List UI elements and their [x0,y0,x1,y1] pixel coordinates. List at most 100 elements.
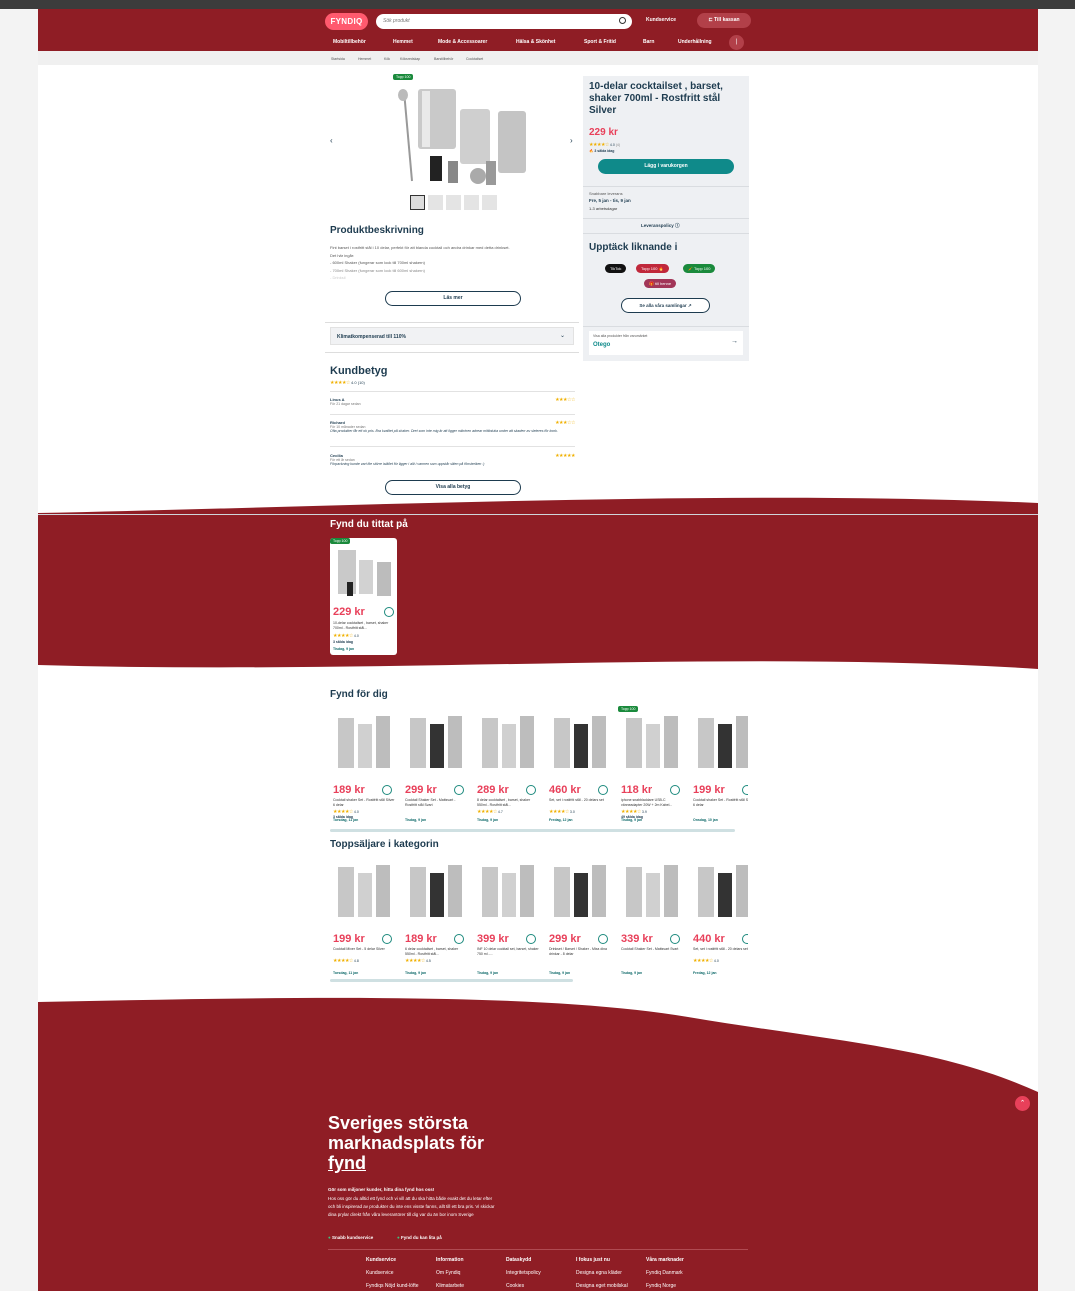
divider [328,1249,748,1250]
show-all-reviews-button[interactable]: Visa alla betyg [385,480,521,495]
crumb-1[interactable]: Startsida [331,57,345,61]
product-card[interactable]: 339 kr Cocktail Shaker Set - Mattsvart Sv… [618,855,686,975]
product-card[interactable]: 460 kr Set, set i rostfritt stål - 20 del… [546,706,614,824]
checkout-button[interactable]: ⊏ Till kassan [697,13,751,28]
add-to-cart-button[interactable]: Lägg i varukorgen [598,159,734,174]
add-to-cart-icon[interactable] [382,934,392,944]
collections-label: Se alla våra samlingar [639,303,687,308]
nav-sport[interactable]: Sport & Fritid [584,39,616,45]
add-to-cart-icon[interactable] [454,785,464,795]
chip-tiktok[interactable]: TikTok [605,264,627,273]
add-to-cart-icon[interactable] [526,785,536,795]
add-to-cart-icon[interactable] [670,934,680,944]
add-to-cart-icon[interactable] [742,785,748,795]
product-image [338,716,390,768]
product-card[interactable]: 199 kr Cocktail shaker Set - Rostfritt st… [690,706,748,824]
crumb-3[interactable]: Kök [384,57,390,61]
rating-count: (4) [615,143,621,147]
add-to-cart-icon[interactable] [382,785,392,795]
review-stars: ★★★☆☆ [555,397,575,403]
crumb-4[interactable]: Köksredskap [400,57,420,61]
chip-for-her[interactable]: 🎁 till henne [644,279,677,288]
product-card[interactable]: 399 kr INF 10 delar cocktail set, barset,… [474,855,542,975]
delivery-date: Torsdag, 11 jan [333,971,359,975]
review-item: Richard För 10 månader sedan Ofta produk… [330,420,575,434]
carousel-scrollbar[interactable] [330,829,735,832]
viewed-product-card[interactable]: Topp 100 229 kr 10-delar cocktailset , b… [330,538,397,655]
nav-mode[interactable]: Mode & Accessoarer [438,39,487,45]
footer-link[interactable]: Integritetspolicy [506,1270,541,1276]
nav-underhallning[interactable]: Underhållning [678,39,712,45]
footer-link[interactable]: Cookies [506,1283,524,1289]
thumbnail-5[interactable] [482,195,497,210]
fyndiq-logo[interactable]: FYNDIQ [325,13,368,30]
read-more-button[interactable]: Läs mer [385,291,521,306]
thumbnail-2[interactable] [428,195,443,210]
rating-value: 4.0 [353,634,359,638]
thumbnail-1[interactable] [410,195,425,210]
add-to-cart-icon[interactable] [384,607,394,617]
search-input[interactable]: Sök produkt [376,14,632,29]
top100-badge: Topp 100 [330,538,351,544]
product-card[interactable]: 199 kr Cocktail Mixer Set - 5 delar Silve… [330,855,398,975]
nav-more-button[interactable]: | [729,35,744,50]
footer-link[interactable]: Fyndiq Norge [646,1283,676,1289]
nav-mobiltillbehor[interactable]: Mobiltillbehör [333,39,366,45]
footer-link[interactable]: Om Fyndiq [436,1270,460,1276]
divider [330,414,575,415]
nav-hemmet[interactable]: Hemmet [393,39,413,45]
product-price: 299 kr [549,933,581,945]
search-icon[interactable] [619,17,626,24]
add-to-cart-icon[interactable] [454,934,464,944]
delivery-policy-link[interactable]: Leveranspolicy ⓘ [641,223,680,229]
product-card[interactable]: 299 kr Cocktail Shaker Set - Mattsvart - … [402,706,470,824]
climate-accordion[interactable]: Klimatkompenserad till 110% ⌄ [330,327,574,345]
delivery-date: Tisdag, 9 jan [549,971,571,975]
nav-halsa[interactable]: Hälsa & Skönhet [516,39,555,45]
product-card[interactable]: 289 kr 8 delar cocktailset , barset, shak… [474,706,542,824]
footer-headline-line-3: fynd [328,1153,366,1173]
product-card[interactable]: 189 kr 6 delar cocktailset , barset, shak… [402,855,470,975]
footer-link[interactable]: Klimatarbete [436,1283,464,1289]
product-image [410,865,462,917]
seller-link[interactable]: Visa alla produkter från varumärket Oteg… [589,331,743,355]
crumb-5[interactable]: Barstillbehör [434,57,453,61]
carousel-scrollbar[interactable] [330,979,573,982]
footer-link[interactable]: Fyndiqs Nöjd kund-löfte [366,1283,419,1289]
all-collections-button[interactable]: Se alla våra samlingar ↗ [621,298,710,313]
thumbnail-3[interactable] [446,195,461,210]
nav-barn[interactable]: Barn [643,39,654,45]
product-price: 460 kr [549,784,581,796]
product-price: 118 kr [621,784,653,796]
add-to-cart-icon[interactable] [526,934,536,944]
add-to-cart-icon[interactable] [742,934,748,944]
thumbnail-4[interactable] [464,195,479,210]
product-image [626,716,678,768]
add-to-cart-icon[interactable] [598,934,608,944]
footer-col-heading: I fokus just nu [576,1257,610,1263]
product-card[interactable]: 299 kr Drinkset / Barset / Shaker - Mixa … [546,855,614,975]
gallery-next-button[interactable]: › [570,136,573,145]
rating-value: 4.0 [609,143,615,147]
add-to-cart-icon[interactable] [670,785,680,795]
description-line-1: - 600ml Shaker (fungerar som lock till 7… [330,260,425,265]
scroll-to-top-button[interactable]: ⌃ [1015,1096,1030,1111]
crumb-2[interactable]: Hemmet [358,57,371,61]
divider [330,391,575,392]
chip-top100[interactable]: 🥕 Topp 100 [683,264,716,273]
footer-link[interactable]: Kundservice [366,1270,394,1276]
footer-link[interactable]: Designa egna kläder [576,1270,622,1276]
gallery-prev-button[interactable]: ‹ [330,136,333,145]
product-image [338,550,391,596]
product-image [554,716,606,768]
customer-service-link[interactable]: Kundservice [646,17,676,23]
product-card[interactable]: Topp 100 118 kr iphone snabbladdare USB-C … [618,706,686,824]
footer-link[interactable]: Fyndiq Danmark [646,1270,683,1276]
product-card[interactable]: 440 kr Set, set i rostfritt stål - 20 del… [690,855,748,975]
top-sellers-title: Toppsäljare i kategorin [330,839,439,850]
crumb-6[interactable]: Cocktailset [466,57,483,61]
product-card[interactable]: 189 kr Cocktail shaker Set - Rostfritt st… [330,706,398,824]
footer-link[interactable]: Designa eget mobilskal [576,1283,628,1289]
chip-top100-hot[interactable]: Topp 100 🔥 [636,264,669,273]
add-to-cart-icon[interactable] [598,785,608,795]
